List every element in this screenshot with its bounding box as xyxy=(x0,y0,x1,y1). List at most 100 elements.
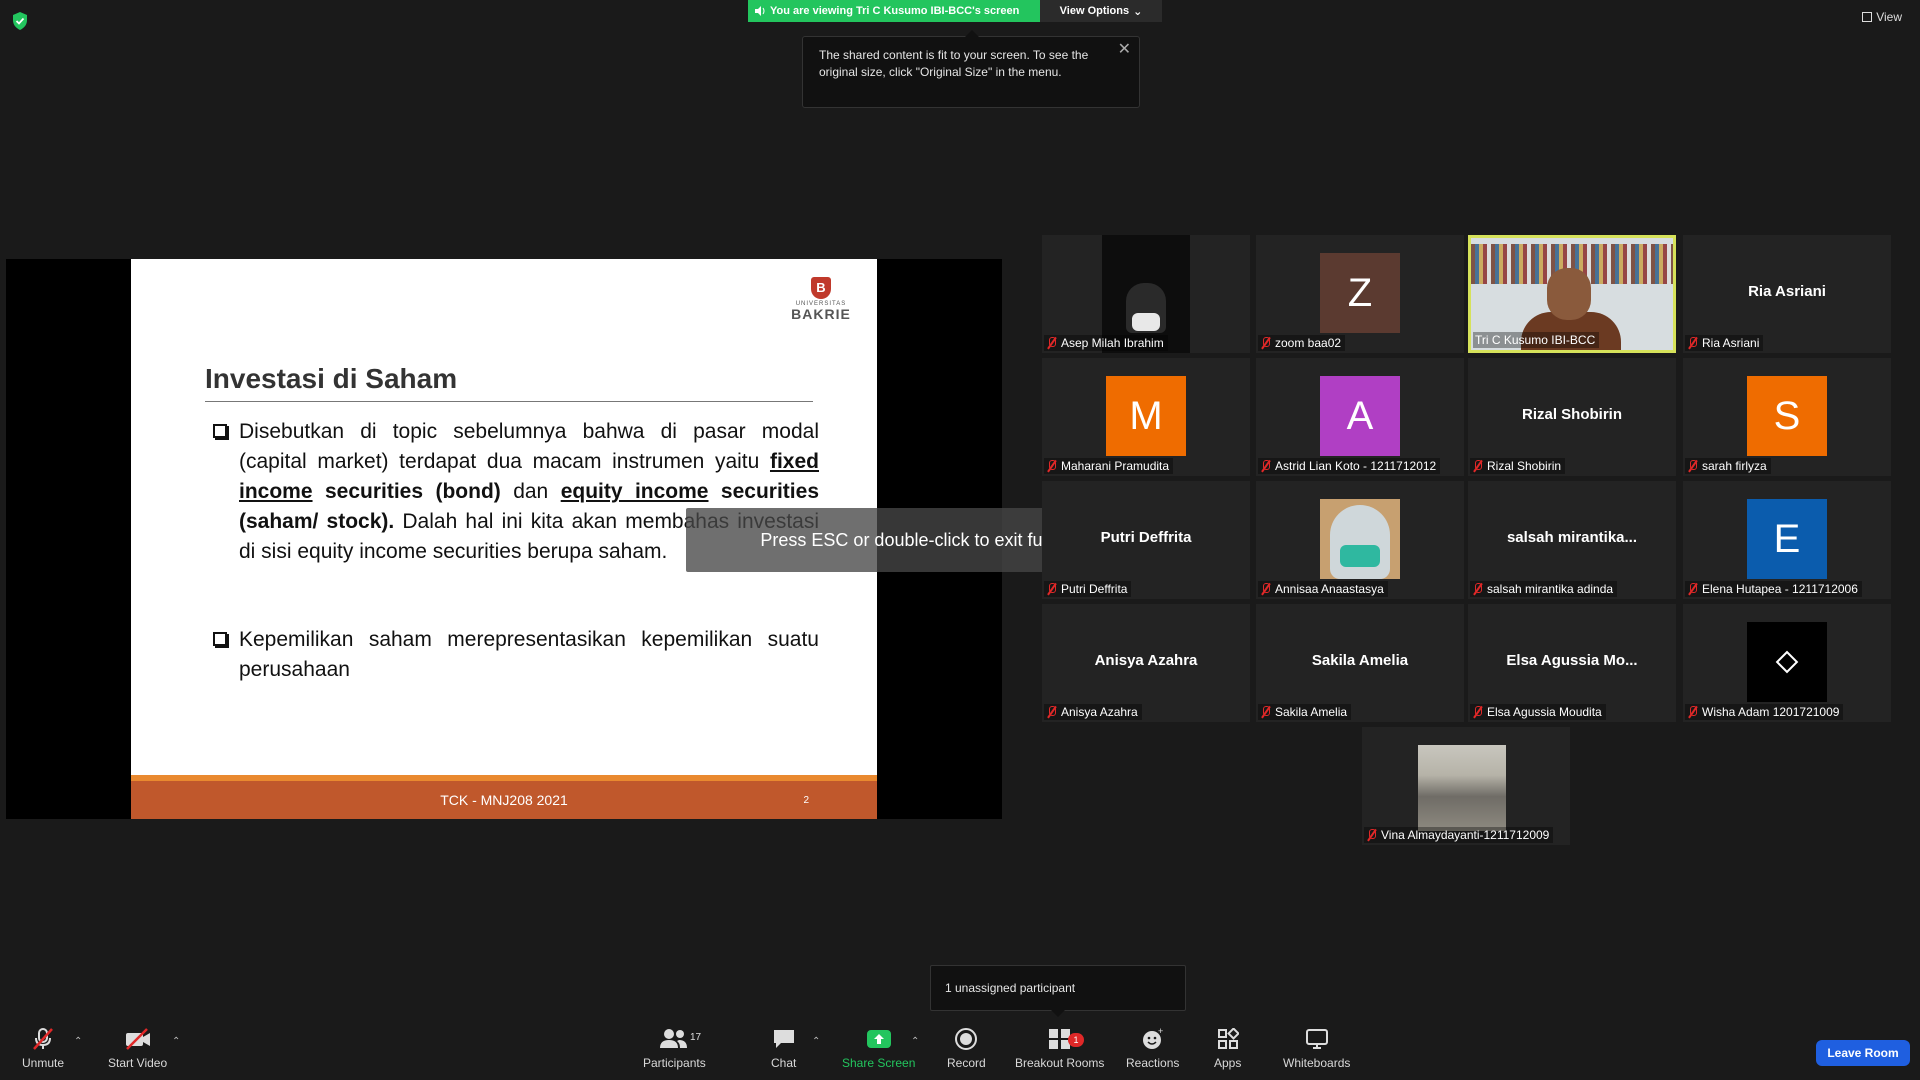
participant-tile[interactable]: A Astrid Lian Koto - 1211712012 xyxy=(1256,358,1464,476)
leave-room-button[interactable]: Leave Room xyxy=(1816,1040,1910,1066)
participant-display-name: Anisya Azahra xyxy=(1094,652,1198,669)
view-button[interactable]: View xyxy=(1862,10,1902,24)
gallery-view-icon xyxy=(1862,12,1873,22)
chat-button[interactable]: Chat xyxy=(771,1026,796,1070)
mic-muted-icon xyxy=(1046,583,1058,595)
participant-name-label: Vina Almaydayanti-1211712009 xyxy=(1364,827,1554,843)
whiteboard-icon xyxy=(1305,1029,1328,1049)
breakout-rooms-button[interactable]: Breakout Rooms xyxy=(1015,1026,1104,1070)
footer-text: TCK - MNJ208 2021 xyxy=(440,792,568,808)
participants-icon xyxy=(660,1029,688,1048)
participant-name-label: Sakila Amelia xyxy=(1258,704,1352,720)
view-options-button[interactable]: View Options ⌄ xyxy=(1040,0,1162,22)
apps-icon xyxy=(1217,1028,1239,1049)
participant-tile[interactable]: Asep Milah Ibrahim xyxy=(1042,235,1250,353)
participant-tile[interactable]: Tri C Kusumo IBI-BCC xyxy=(1468,235,1676,353)
bullet-2: Kepemilikan saham merepresentasikan kepe… xyxy=(213,625,819,685)
participant-name-label: Asep Milah Ibrahim xyxy=(1044,335,1168,351)
participant-tile[interactable]: M Maharani Pramudita xyxy=(1042,358,1250,476)
unassigned-participant-tooltip[interactable]: 1 unassigned participant xyxy=(930,965,1186,1017)
meeting-toolbar: Unmute ⌃ Start Video ⌃ Participants 17 C… xyxy=(0,1018,1920,1080)
microphone-muted-icon xyxy=(33,1028,53,1050)
mic-muted-icon xyxy=(1472,706,1484,718)
participant-name-label: Wisha Adam 1201721009 xyxy=(1685,704,1844,720)
avatar: S xyxy=(1747,376,1827,456)
checkbox-bullet-icon xyxy=(213,632,227,646)
participant-tile[interactable]: Ria Asriani Ria Asriani xyxy=(1683,235,1891,353)
participant-tile[interactable]: Zzoom baa02 xyxy=(1256,235,1464,353)
participant-name-label: Elena Hutapea - 1211712006 xyxy=(1685,581,1862,597)
participant-tile[interactable]: Putri Deffrita Putri Deffrita xyxy=(1042,481,1250,599)
record-label: Record xyxy=(947,1056,986,1070)
mic-muted-icon xyxy=(1687,706,1699,718)
participant-video xyxy=(1320,499,1400,579)
title-divider xyxy=(205,401,813,402)
reactions-button[interactable]: + Reactions xyxy=(1126,1026,1179,1070)
speaker-icon xyxy=(755,6,765,16)
close-icon[interactable]: ✕ xyxy=(1118,41,1131,58)
chevron-down-icon: ⌄ xyxy=(1133,5,1143,18)
participant-name-label: Rizal Shobirin xyxy=(1470,458,1566,474)
participant-name-label: sarah firlyza xyxy=(1685,458,1771,474)
unmute-label: Unmute xyxy=(22,1056,65,1070)
participants-label: Participants xyxy=(643,1056,706,1070)
record-icon xyxy=(955,1028,978,1050)
participant-display-name: Ria Asriani xyxy=(1748,283,1826,300)
mic-muted-icon xyxy=(1472,583,1484,595)
mic-muted-icon xyxy=(1260,706,1272,718)
record-button[interactable]: Record xyxy=(947,1026,986,1070)
participant-name-label: Elsa Agussia Moudita xyxy=(1470,704,1606,720)
breakout-rooms-label: Breakout Rooms xyxy=(1015,1056,1105,1070)
view-label: View xyxy=(1876,10,1902,24)
avatar: A xyxy=(1320,376,1400,456)
reactions-label: Reactions xyxy=(1126,1056,1180,1070)
participant-name-label: Astrid Lian Koto - 1211712012 xyxy=(1258,458,1441,474)
participant-display-name: Elsa Agussia Mo... xyxy=(1506,652,1638,669)
apps-button[interactable]: Apps xyxy=(1214,1026,1241,1070)
slide-footer: TCK - MNJ208 2021 2 xyxy=(131,775,877,819)
slide-title: Investasi di Saham xyxy=(205,363,458,394)
participant-name-label: salsah mirantika adinda xyxy=(1470,581,1618,597)
audio-options-caret-icon[interactable]: ⌃ xyxy=(74,1036,82,1047)
mic-muted-icon xyxy=(1046,460,1058,472)
university-logo: B UNIVERSITAS BAKRIE xyxy=(791,277,851,321)
chat-options-caret-icon[interactable]: ⌃ xyxy=(812,1036,820,1047)
banner-text: You are viewing Tri C Kusumo IBI-BCC's s… xyxy=(770,5,1020,17)
breakout-rooms-badge: 1 xyxy=(1068,1033,1084,1047)
mic-muted-icon xyxy=(1687,337,1699,349)
avatar: Z xyxy=(1320,253,1400,333)
participant-tile[interactable]: salsah mirantika... salsah mirantika adin… xyxy=(1468,481,1676,599)
security-shield-icon[interactable] xyxy=(12,12,28,30)
slide-page-number: 2 xyxy=(803,794,809,806)
mic-muted-icon xyxy=(1260,337,1272,349)
share-screen-button[interactable]: Share Screen xyxy=(842,1026,915,1070)
participant-video xyxy=(1418,745,1506,831)
mic-muted-icon xyxy=(1472,460,1484,472)
participant-tile[interactable]: Wisha Adam 1201721009 xyxy=(1683,604,1891,722)
mic-muted-icon xyxy=(1046,337,1058,349)
mic-muted-icon xyxy=(1046,706,1058,718)
whiteboards-label: Whiteboards xyxy=(1283,1056,1351,1070)
participant-tile[interactable]: Sakila Amelia Sakila Amelia xyxy=(1256,604,1464,722)
participant-tile[interactable]: Rizal Shobirin Rizal Shobirin xyxy=(1468,358,1676,476)
participant-tile[interactable]: Vina Almaydayanti-1211712009 xyxy=(1362,727,1570,845)
participant-tile[interactable]: Ssarah firlyza xyxy=(1683,358,1891,476)
participant-name-label: Tri C Kusumo IBI-BCC xyxy=(1473,332,1600,348)
mic-muted-icon xyxy=(1687,583,1699,595)
chat-icon xyxy=(773,1030,794,1048)
participant-tile[interactable]: Elsa Agussia Mo... Elsa Agussia Moudita xyxy=(1468,604,1676,722)
whiteboards-button[interactable]: Whiteboards xyxy=(1283,1026,1350,1070)
apps-label: Apps xyxy=(1214,1056,1242,1070)
participant-display-name: salsah mirantika... xyxy=(1506,529,1638,546)
reactions-smiley-icon: + xyxy=(1142,1027,1163,1049)
profile-logo-icon xyxy=(1747,622,1827,702)
start-video-button[interactable]: Start Video xyxy=(108,1026,167,1070)
participant-tile[interactable]: E Elena Hutapea - 1211712006 xyxy=(1683,481,1891,599)
participant-name-label: Putri Deffrita xyxy=(1044,581,1132,597)
participant-tile[interactable]: Anisya Azahra Anisya Azahra xyxy=(1042,604,1250,722)
share-options-caret-icon[interactable]: ⌃ xyxy=(911,1036,919,1047)
participant-tile[interactable]: Annisaa Anaastasya xyxy=(1256,481,1464,599)
unmute-button[interactable]: Unmute xyxy=(22,1026,64,1070)
tooltip-text: The shared content is fit to your screen… xyxy=(819,48,1089,79)
video-options-caret-icon[interactable]: ⌃ xyxy=(172,1036,180,1047)
